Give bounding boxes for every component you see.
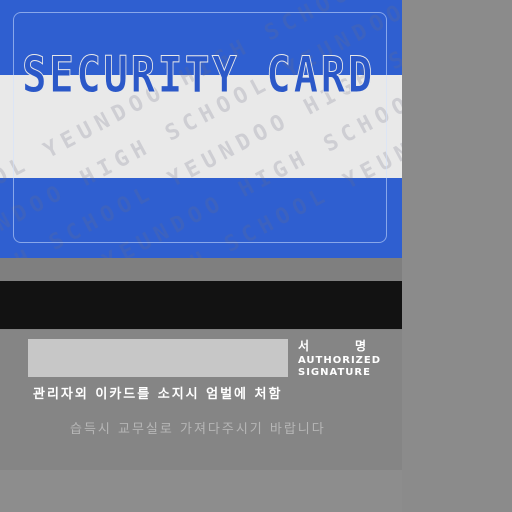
signature-box bbox=[28, 339, 288, 377]
signature-label-char: 명 bbox=[354, 339, 366, 353]
background-panel bbox=[402, 0, 512, 512]
signature-label-korean: 서 명 bbox=[298, 337, 366, 354]
card-back-footer bbox=[0, 470, 402, 512]
card-title: SECURITY CARD bbox=[22, 46, 375, 105]
return-notice-text: 습득시 교무실로 가져다주시기 바랍니다 bbox=[70, 422, 326, 437]
signature-label: SIGNATURE bbox=[298, 367, 371, 378]
magnetic-stripe bbox=[0, 281, 402, 329]
warning-text: 관리자외 이카드를 소지시 엄벌에 처함 bbox=[33, 387, 283, 402]
signature-label-char: 서 bbox=[298, 339, 310, 353]
authorized-label: AUTHORIZED bbox=[298, 355, 382, 366]
security-card-front: SCHOOL YEUNDOO HIGH SCHOOL YEUNDOO YEUND… bbox=[0, 0, 402, 258]
signature-label-english: AUTHORIZED SIGNATURE bbox=[298, 355, 382, 379]
